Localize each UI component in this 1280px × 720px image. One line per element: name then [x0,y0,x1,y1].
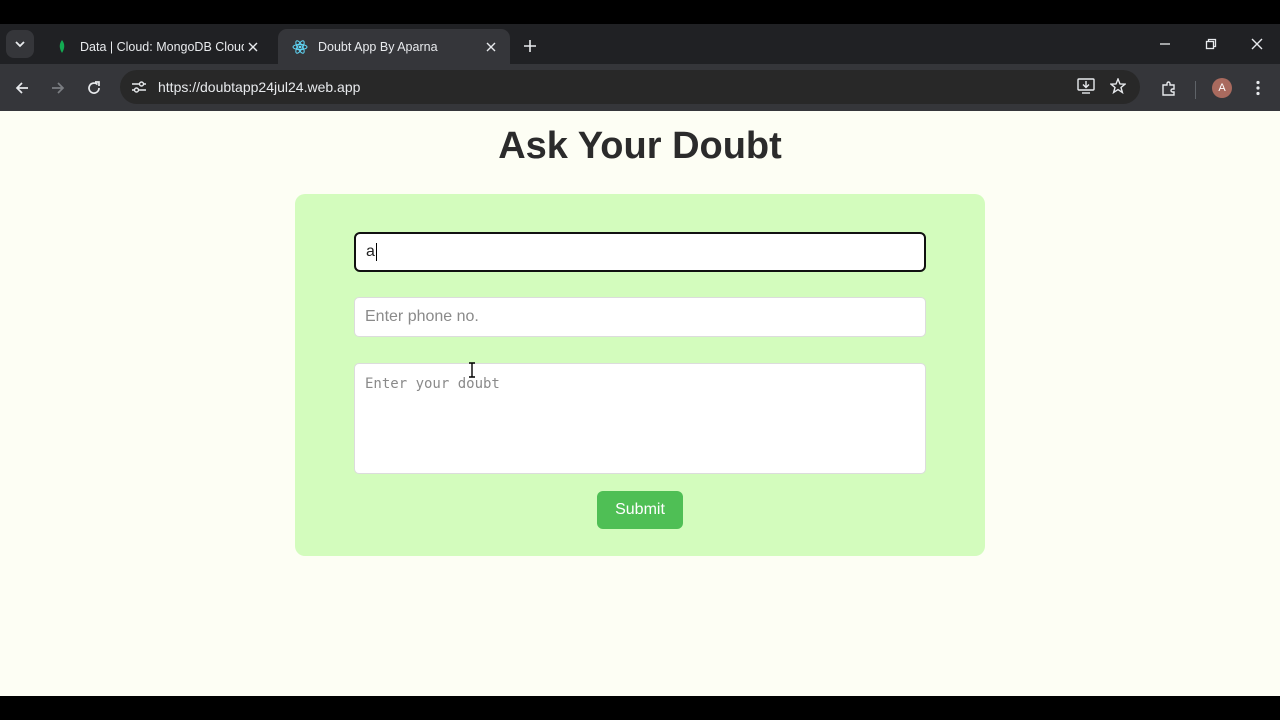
more-vertical-icon [1256,80,1260,96]
browser-chrome: Data | Cloud: MongoDB Cloud Doubt App By… [0,24,1280,111]
tab-search-button[interactable] [6,30,34,58]
minimize-icon [1160,43,1170,45]
star-icon [1110,78,1126,94]
close-icon [1251,38,1263,50]
new-tab-button[interactable] [518,34,542,58]
arrow-left-icon [15,82,28,94]
tab-title: Doubt App By Aparna [318,39,438,54]
bookmark-button[interactable] [1104,72,1132,100]
phone-input[interactable]: Enter phone no. [354,297,926,337]
url-text: https://doubtapp24jul24.web.app [158,79,361,95]
tab-strip: Data | Cloud: MongoDB Cloud Doubt App By… [0,24,1280,64]
close-icon[interactable] [244,38,262,56]
doubt-textarea[interactable]: Enter your doubt [354,363,926,474]
doubt-placeholder: Enter your doubt [365,376,500,392]
page-title: Ask Your Doubt [498,125,782,167]
browser-toolbar: https://doubtapp24jul24.web.app A [0,64,1280,111]
extensions-button[interactable] [1155,74,1183,102]
mongodb-leaf-icon [54,39,70,55]
tab-doubt-app[interactable]: Doubt App By Aparna [278,29,510,64]
tab-mongodb[interactable]: Data | Cloud: MongoDB Cloud [40,29,272,64]
toolbar-divider [1195,81,1196,99]
doubt-form: a Enter phone no. Enter your doubt Submi… [295,194,985,556]
puzzle-icon [1162,81,1175,96]
name-input-value: a [366,243,375,260]
install-app-button[interactable] [1072,72,1100,100]
plus-icon [524,40,536,52]
page-content: Ask Your Doubt a Enter phone no. Enter y… [0,111,1280,696]
restore-icon [1205,38,1217,50]
address-bar[interactable]: https://doubtapp24jul24.web.app [120,70,1140,104]
site-settings-icon[interactable] [128,76,150,98]
reload-button[interactable] [80,74,108,102]
arrow-right-icon [52,82,65,94]
reload-icon [88,81,100,94]
install-icon [1077,78,1095,94]
name-input[interactable]: a [354,232,926,272]
text-caret [375,243,377,261]
submit-button[interactable]: Submit [597,491,683,529]
menu-button[interactable] [1244,74,1272,102]
react-atom-icon [292,39,308,55]
text-cursor-icon [469,362,475,378]
minimize-button[interactable] [1151,32,1179,56]
chevron-down-icon [15,41,25,48]
close-window-button[interactable] [1243,32,1271,56]
tab-title: Data | Cloud: MongoDB Cloud [80,39,244,54]
profile-avatar[interactable]: A [1212,78,1232,98]
phone-placeholder: Enter phone no. [365,308,479,325]
close-icon[interactable] [482,38,500,56]
forward-button[interactable] [44,74,72,102]
back-button[interactable] [8,74,36,102]
restore-button[interactable] [1197,32,1225,56]
